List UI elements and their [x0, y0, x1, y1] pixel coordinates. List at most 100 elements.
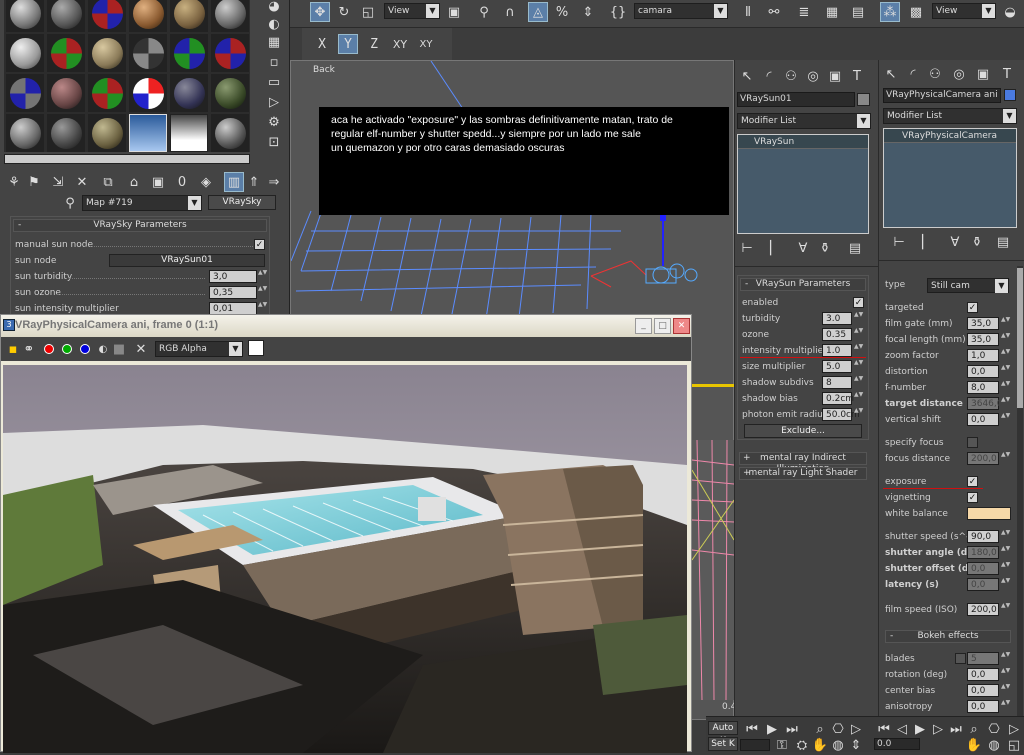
- anisotropy-input[interactable]: 0,0: [967, 700, 999, 713]
- material-slot[interactable]: [170, 0, 208, 32]
- distortion-input[interactable]: 0,0: [967, 365, 999, 378]
- rotation-input[interactable]: 0,0: [967, 668, 999, 681]
- close-button[interactable]: ✕: [673, 318, 690, 334]
- channel-dropdown[interactable]: RGB Alpha ▼: [155, 341, 243, 357]
- render-icon[interactable]: ◒: [1000, 2, 1020, 22]
- material-slot[interactable]: [6, 74, 44, 112]
- remove-modifier-icon[interactable]: ⚱: [815, 238, 835, 258]
- rollout-header[interactable]: - VRaySky Parameters: [13, 219, 267, 232]
- target-distance-input[interactable]: 3646,0: [967, 397, 1003, 410]
- spinner-arrows-icon[interactable]: ▲▼: [1001, 413, 1010, 426]
- modifier-list-dropdown[interactable]: Modifier List ▼: [883, 108, 1017, 124]
- go-to-parent-icon[interactable]: ⇑: [244, 172, 264, 192]
- select-link-icon[interactable]: ⚲: [474, 2, 494, 22]
- mirror-icon[interactable]: ⫴: [738, 2, 758, 22]
- vertical-shift-input[interactable]: 0,0: [967, 413, 999, 426]
- targeted-checkbox[interactable]: ✓: [967, 302, 978, 313]
- go-to-start-icon[interactable]: ⏮: [874, 719, 894, 739]
- show-end-result-icon[interactable]: ▏: [917, 232, 937, 252]
- spinner-arrows-icon[interactable]: ▲▼: [1001, 530, 1010, 543]
- spinner-arrows-icon[interactable]: ▲▼: [854, 392, 863, 405]
- motion-tab-icon[interactable]: ◎: [949, 64, 969, 84]
- exposure-checkbox[interactable]: ✓: [967, 476, 978, 487]
- auto-key-button[interactable]: Auto K: [708, 721, 738, 746]
- background-icon[interactable]: ▦: [264, 32, 284, 52]
- uv-tiling-icon[interactable]: ▫: [264, 52, 284, 72]
- spinner-arrows-icon[interactable]: ▲▼: [1001, 452, 1010, 465]
- next-frame-icon[interactable]: ▷: [928, 719, 948, 739]
- manual-sun-node-checkbox[interactable]: ✓: [254, 239, 265, 250]
- material-slot[interactable]: [47, 114, 85, 152]
- spinner-arrows-icon[interactable]: ▲▼: [1001, 333, 1010, 346]
- viewport-orbit-icon[interactable]: ◍: [984, 735, 1004, 755]
- axis-x-button[interactable]: X: [312, 34, 332, 54]
- material-slot[interactable]: [211, 34, 249, 72]
- blades-checkbox[interactable]: [955, 653, 966, 664]
- put-to-library-icon[interactable]: ▣: [148, 172, 168, 192]
- spinner-arrows-icon[interactable]: ▲▼: [1001, 603, 1010, 616]
- layer-manager-icon[interactable]: ≣: [794, 2, 814, 22]
- spinner-arrows-icon[interactable]: ▲▼: [854, 328, 863, 341]
- maximize-button[interactable]: □: [654, 318, 671, 334]
- schematic-view-icon[interactable]: ▤: [848, 2, 868, 22]
- sun-node-button[interactable]: VRaySun01: [109, 254, 265, 267]
- named-selection-dropdown[interactable]: camara ▼: [634, 3, 728, 19]
- clone-window-icon[interactable]: ⚭: [19, 339, 39, 359]
- vignetting-checkbox[interactable]: ✓: [967, 492, 978, 503]
- material-slot[interactable]: [211, 74, 249, 112]
- modify-tab-icon[interactable]: ◜: [759, 66, 779, 86]
- film-gate-input[interactable]: 35,0: [967, 317, 999, 330]
- spinner-arrows-icon[interactable]: ▲▼: [1001, 381, 1010, 394]
- align-icon[interactable]: ⚯: [764, 2, 784, 22]
- orbit-icon[interactable]: ◍: [828, 735, 848, 755]
- material-slot[interactable]: [170, 34, 208, 72]
- window-titlebar[interactable]: 3 VRayPhysicalCamera ani, frame 0 (1:1) …: [1, 315, 691, 337]
- current-frame-field[interactable]: 0.0: [874, 738, 920, 750]
- green-channel-icon[interactable]: [57, 339, 77, 359]
- lower-viewport[interactable]: [692, 440, 734, 700]
- hierarchy-tab-icon[interactable]: ⚇: [925, 64, 945, 84]
- clear-icon[interactable]: ✕: [131, 339, 151, 359]
- blades-input[interactable]: 5: [967, 652, 999, 665]
- spinner-arrows-icon[interactable]: ▲▼: [258, 270, 267, 283]
- pin-stack-icon[interactable]: ⊢: [889, 232, 909, 252]
- video-color-check-icon[interactable]: ▭: [264, 72, 284, 92]
- key-mode-icon[interactable]: ⚿: [772, 735, 792, 755]
- reference-coordinate-dropdown[interactable]: View ▼: [384, 3, 440, 19]
- size-multiplier-input[interactable]: 5.0: [822, 360, 852, 373]
- spinner-arrows-icon[interactable]: ▲▼: [1001, 365, 1010, 378]
- make-unique-icon[interactable]: ∀: [945, 232, 965, 252]
- rollout-header[interactable]: - VRaySun Parameters: [740, 278, 866, 291]
- viewport-pan-icon[interactable]: ✋: [964, 735, 984, 755]
- axis-xy-cycle-button[interactable]: XY: [416, 34, 436, 54]
- motion-tab-icon[interactable]: ◎: [803, 66, 823, 86]
- spinner-arrows-icon[interactable]: ▲▼: [1001, 349, 1010, 362]
- select-move-icon[interactable]: ✥: [310, 2, 330, 22]
- options-icon[interactable]: ⚙: [264, 112, 284, 132]
- sun-turbidity-input[interactable]: 3,0: [209, 270, 257, 283]
- material-slot[interactable]: [170, 74, 208, 112]
- shadow-subdivs-input[interactable]: 8: [822, 376, 852, 389]
- axis-xy-button[interactable]: XY: [390, 34, 410, 54]
- remove-modifier-icon[interactable]: ⚱: [967, 232, 987, 252]
- show-end-result-icon[interactable]: ▥: [224, 172, 244, 192]
- material-slot[interactable]: [88, 34, 126, 72]
- object-name-field[interactable]: VRaySun01: [737, 92, 855, 107]
- spinner-arrows-icon[interactable]: ▲▼: [1001, 562, 1010, 575]
- material-slot[interactable]: [88, 114, 126, 152]
- modify-tab-icon[interactable]: ◜: [903, 64, 923, 84]
- spinner-arrows-icon[interactable]: ▲▼: [1001, 317, 1010, 330]
- dolly-icon[interactable]: ⇕: [846, 735, 866, 755]
- display-tab-icon[interactable]: ▣: [825, 66, 845, 86]
- show-map-icon[interactable]: ◈: [196, 172, 216, 192]
- create-tab-icon[interactable]: ↖: [881, 64, 901, 84]
- shutter-offset-input[interactable]: 0,0: [967, 562, 999, 575]
- named-selection-icon[interactable]: {}: [608, 2, 628, 22]
- assign-material-icon[interactable]: ⇲: [48, 172, 68, 192]
- eyedropper-icon[interactable]: ⚲: [60, 193, 80, 213]
- zoom-factor-input[interactable]: 1,0: [967, 349, 999, 362]
- hierarchy-tab-icon[interactable]: ⚇: [781, 66, 801, 86]
- mr-indirect-rollout[interactable]: +mental ray Indirect Illumination: [739, 452, 867, 474]
- spinner-arrows-icon[interactable]: ▲▼: [854, 408, 863, 421]
- configure-sets-icon[interactable]: ▤: [993, 232, 1013, 252]
